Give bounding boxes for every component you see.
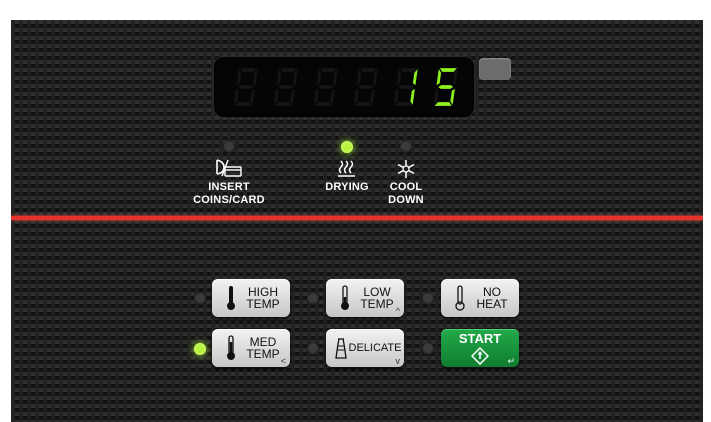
digit-segment [370,88,375,105]
down-arrow-icon: v [395,356,401,366]
low-temp-button[interactable]: LOW TEMP ^ [326,279,404,317]
digit-segment [434,102,452,106]
start-diamond-icon [471,346,489,365]
med-temp-label-line-2: TEMP [246,347,280,361]
cool-label-line-1: COOL [389,181,423,193]
cool-label-line-2: DOWN [388,194,424,206]
digit-segment [399,68,417,72]
delicate-led [307,343,319,355]
digit-segment [234,102,252,106]
display-digit [433,68,458,106]
digit-segment [279,68,297,72]
thermometer-high-icon [227,286,235,310]
up-arrow-icon: ^ [395,306,400,316]
insert-coins-led [223,141,235,153]
insert-label-line-1: INSERT [208,181,250,193]
drying-led [341,141,353,153]
digit-segment [410,88,415,105]
start-led [422,343,434,355]
insert-coins-indicator: INSERT COINS/CARD [184,158,274,206]
cool-down-indicator: COOL DOWN [361,158,451,206]
no-heat-led [422,293,434,305]
snowflake-icon [397,160,415,178]
low-temp-led [307,293,319,305]
no-heat-label-line-2: HEAT [476,297,508,311]
coin-card-icon [216,159,242,177]
digit-segment [238,85,254,89]
digit-segment [358,85,374,89]
digit-segment [239,68,257,72]
thermometer-empty-icon [455,285,465,311]
divider-line [11,216,703,220]
delicate-button[interactable]: DELICATE v [326,329,404,367]
display-digit [233,68,258,106]
digit-segment [438,85,454,89]
med-temp-led [194,343,206,355]
digit-segment [278,85,294,89]
status-indicator-square [479,58,511,80]
thermometer-low-icon [341,285,349,310]
delicate-garment-icon [335,338,347,359]
digit-segment [274,102,292,106]
time-display [214,57,474,117]
med-temp-button[interactable]: MED TEMP < [212,329,290,367]
delicate-label: DELICATE [348,342,402,354]
digit-segment [394,102,412,106]
digit-segment [450,88,455,105]
digit-segment [330,88,335,105]
digit-segment [276,69,282,86]
digit-segment [396,69,402,86]
display-digit [273,68,298,106]
display-digit [353,68,378,106]
digit-segment [314,102,332,106]
thermometer-med-icon [227,335,235,360]
digit-segment [250,88,255,105]
digit-segment [398,85,414,89]
high-temp-button[interactable]: HIGH TEMP [212,279,290,317]
digit-segment [236,69,242,86]
start-label: START [458,330,502,346]
digit-segment [318,85,334,89]
enter-icon: ↵ [507,356,515,366]
cool-down-led [400,141,412,153]
display-digit [393,68,418,106]
digit-segment [319,68,337,72]
display-digit [313,68,338,106]
dryer-control-panel: INSERT COINS/CARD DRYING COOL DOWN HIGH … [11,20,703,422]
high-temp-label-line-2: TEMP [246,297,280,311]
start-button[interactable]: START ↵ [441,329,519,367]
drying-heat-icon [338,160,355,177]
digit-segment [290,88,295,105]
digit-segment [354,102,372,106]
insert-label-line-2: COINS/CARD [193,194,265,206]
low-temp-label-line-2: TEMP [360,297,394,311]
high-temp-led [194,293,206,305]
digit-segment [436,69,442,86]
digit-segment [316,69,322,86]
no-heat-button[interactable]: NO HEAT [441,279,519,317]
left-arrow-icon: < [280,356,286,366]
digit-segment [439,68,457,72]
digit-segment [356,69,362,86]
digit-segment [359,68,377,72]
